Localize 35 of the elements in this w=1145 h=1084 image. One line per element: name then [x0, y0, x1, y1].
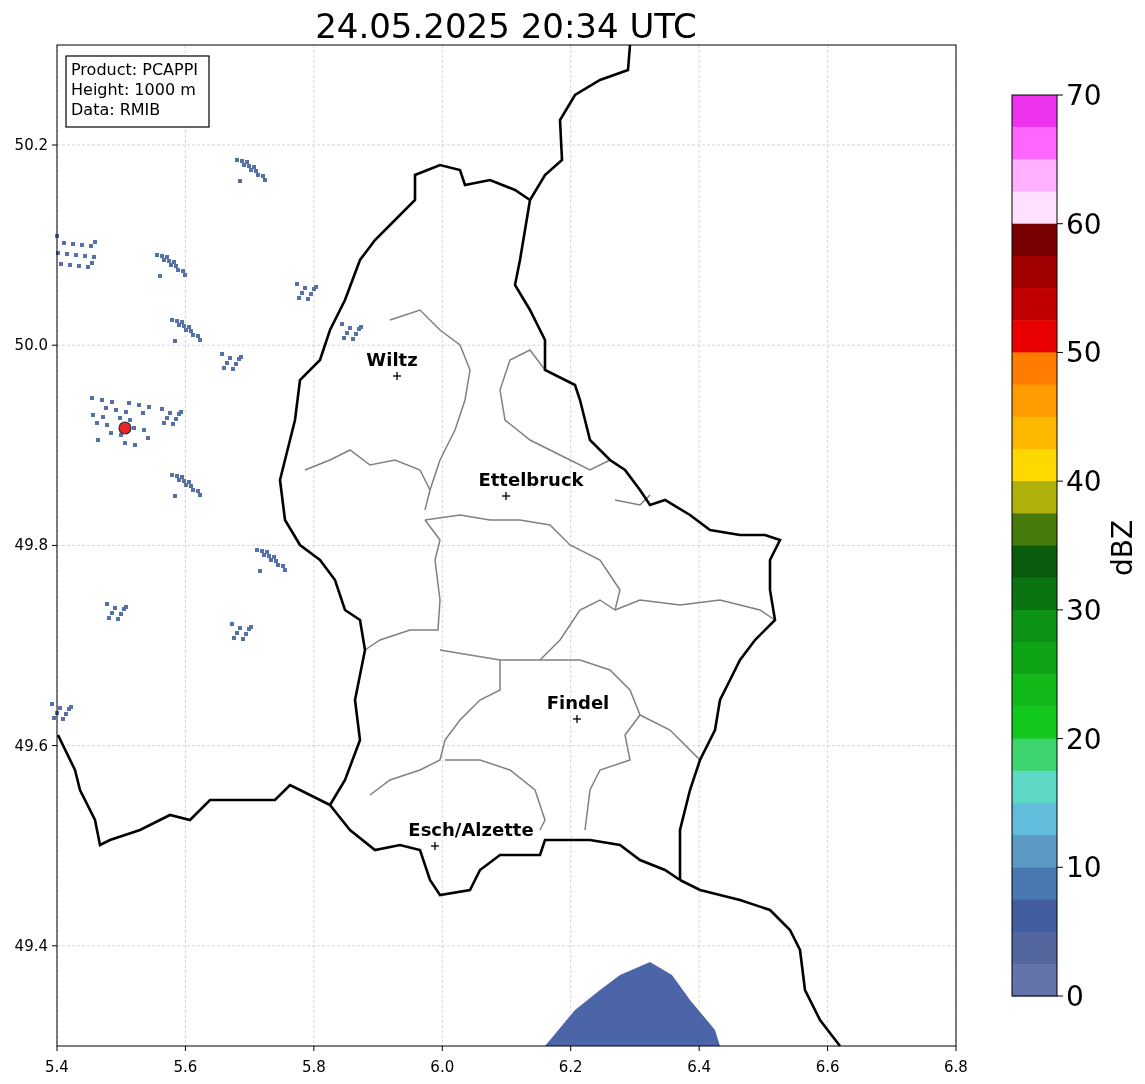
x-tick-label: 6.0 [430, 1058, 455, 1076]
colorbar-tick-label: 30 [1066, 593, 1102, 627]
colorbar-tick-label: 60 [1066, 207, 1102, 241]
city-label: Esch/Alzette [408, 819, 534, 840]
y-tick-label: 50.0 [14, 336, 48, 355]
colorbar-tick-label: 20 [1066, 722, 1102, 756]
x-tick-label: 5.4 [45, 1058, 69, 1076]
colorbar-tick-label: 50 [1066, 336, 1102, 370]
x-tick-label: 5.6 [173, 1058, 198, 1076]
y-tick-label: 50.2 [14, 136, 48, 154]
x-tick-label: 5.8 [301, 1058, 326, 1076]
chart-title: 24.05.2025 20:34 UTC [315, 6, 697, 46]
legend-text: Data: RMIB [71, 100, 161, 119]
radar-site-marker [118, 421, 132, 435]
colorbar-tick-label: 0 [1066, 980, 1084, 1013]
x-tick-label: 6.6 [815, 1058, 840, 1076]
legend-text: Product: PCAPPI [71, 60, 198, 79]
city-marker-icon [501, 491, 511, 501]
colorbar-tick-label: 70 [1066, 79, 1102, 112]
y-tick-label: 49.6 [14, 736, 48, 755]
y-tick-label: 49.4 [14, 936, 48, 955]
city-label: Wiltz [366, 349, 418, 370]
city-label: Findel [546, 692, 610, 713]
colorbar-label: dBZ [1106, 519, 1139, 577]
city-marker-icon [572, 714, 582, 724]
city-marker-icon [392, 371, 402, 381]
city-label: Ettelbruck [478, 469, 584, 490]
colorbar-tick-label: 40 [1066, 465, 1102, 499]
colorbar-tick-label: 10 [1066, 851, 1102, 885]
y-tick-label: 49.8 [14, 536, 48, 555]
x-tick-label: 6.8 [944, 1058, 968, 1076]
city-marker-icon [430, 841, 440, 851]
legend-text: Height: 1000 m [71, 80, 196, 99]
x-tick-label: 6.4 [687, 1058, 712, 1076]
x-tick-label: 6.2 [558, 1058, 583, 1076]
